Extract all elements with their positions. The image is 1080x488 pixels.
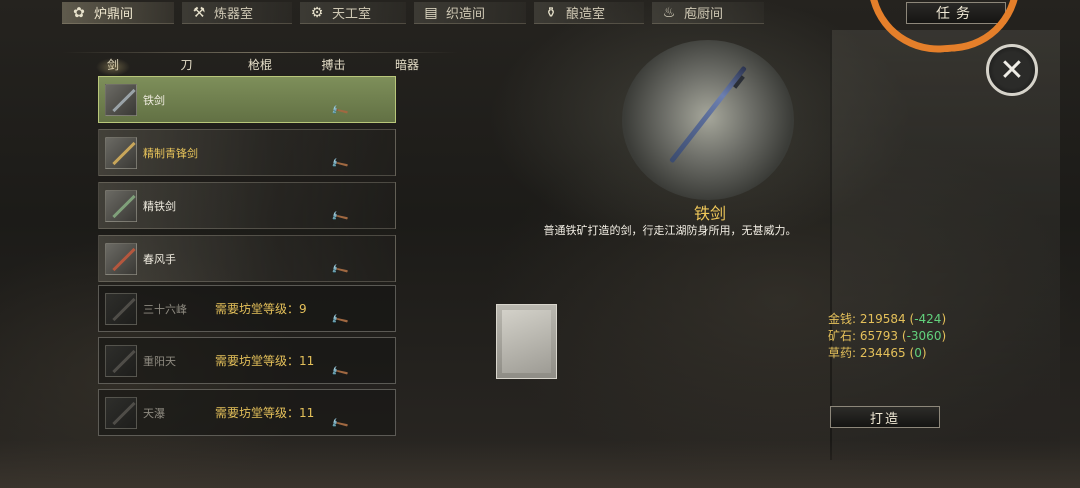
hammer-icon: 🔨 [329, 206, 350, 228]
gear-scroll-icon: ⚙ [310, 4, 324, 21]
hammer-icon: 🔨 [329, 100, 350, 122]
list-item[interactable]: 精制青锋剑 🔨 [98, 129, 396, 176]
tab-brewing[interactable]: ⚱ 酿造室 [534, 2, 644, 24]
subtab-sword[interactable]: 剑 [80, 56, 146, 76]
item-name: 天瀑 [143, 406, 165, 420]
close-button[interactable]: ✕ [986, 44, 1038, 96]
subtab-spear-staff[interactable]: 枪棍 [227, 56, 293, 76]
stove-icon: ♨ [662, 4, 676, 21]
item-name: 精铁剑 [143, 199, 176, 213]
subtab-divider [62, 52, 458, 53]
tab-weaving[interactable]: ▤ 织造间 [414, 2, 526, 24]
background-floor [0, 440, 1080, 488]
build-button[interactable]: 打造 [830, 406, 940, 428]
resource-summary: 金钱: 219584 (-424) 矿石: 65793 (-3060) 草药: … [828, 311, 1038, 362]
hammer-icon: 🔨 [329, 309, 350, 331]
resource-herb: 草药: 234465 (0) [828, 346, 927, 360]
item-name: 精制青锋剑 [143, 146, 198, 160]
tab-label: 炼器室 [214, 7, 254, 22]
jar-icon: ⚱ [545, 4, 557, 21]
iron-sword-icon [105, 83, 137, 116]
list-item[interactable]: 三十六峰 需要坊堂等级：9 🔨 [98, 285, 396, 332]
weapon-type-tabs: 剑 刀 枪棍 搏击 暗器 [80, 56, 440, 76]
list-item[interactable]: 精铁剑 🔨 [98, 182, 396, 229]
subtab-hidden-weapon[interactable]: 暗器 [374, 56, 440, 76]
tab-furnace[interactable]: ✿ 炉鼎间 [62, 2, 174, 24]
tab-kitchen[interactable]: ♨ 庖厨间 [652, 2, 764, 24]
level-requirement: 需要坊堂等级：11 [215, 354, 315, 368]
list-item[interactable]: 铁剑 🔨 [98, 76, 396, 123]
list-item[interactable]: 重阳天 需要坊堂等级：11 🔨 [98, 337, 396, 384]
item-name: 重阳天 [143, 354, 176, 368]
task-button[interactable]: 任务 [906, 2, 1006, 24]
loom-icon: ▤ [424, 4, 438, 21]
level-requirement: 需要坊堂等级：9 [215, 302, 307, 316]
green-blade-sword-icon [105, 136, 137, 169]
item-title: 铁剑 [693, 204, 726, 223]
resource-money: 金钱: 219584 (-424) [828, 312, 947, 326]
tab-refinery[interactable]: ⚒ 炼器室 [182, 2, 292, 24]
list-item[interactable]: 春风手 🔨 [98, 235, 396, 282]
tab-craft[interactable]: ⚙ 天工室 [300, 2, 406, 24]
cauldron-icon: ✿ [73, 4, 85, 21]
tab-label: 织造间 [446, 7, 486, 22]
resource-ore: 矿石: 65793 (-3060) [828, 329, 947, 343]
hammer-icon: 🔨 [329, 361, 350, 383]
sword-icon [105, 396, 137, 429]
tab-label: 炉鼎间 [94, 7, 134, 22]
list-item[interactable]: 天瀑 需要坊堂等级：11 🔨 [98, 389, 396, 436]
sword-icon [105, 292, 137, 325]
hammer-icon: 🔨 [329, 413, 350, 435]
spring-breeze-sword-icon [105, 242, 137, 275]
workshop-tab-bar: ✿ 炉鼎间 ⚒ 炼器室 ⚙ 天工室 ▤ 织造间 ⚱ 酿造室 ♨ 庖厨间 [62, 2, 764, 26]
tab-label: 天工室 [332, 7, 372, 22]
sword-icon [105, 344, 137, 377]
item-preview-orb [622, 40, 794, 200]
hammer-icon: 🔨 [329, 259, 350, 281]
item-description: 普通铁矿打造的剑，行走江湖防身所用，无甚威力。 [543, 224, 797, 237]
hammer-icon: 🔨 [329, 153, 350, 175]
tab-label: 庖厨间 [684, 7, 724, 22]
close-icon: ✕ [999, 52, 1025, 88]
item-name: 三十六峰 [143, 302, 187, 316]
subtab-fist[interactable]: 搏击 [301, 56, 367, 76]
anvil-icon: ⚒ [192, 4, 206, 21]
subtab-blade[interactable]: 刀 [154, 56, 220, 76]
tab-label: 酿造室 [566, 7, 606, 22]
item-name: 春风手 [143, 252, 176, 266]
background-window [830, 30, 1060, 460]
material-slot[interactable] [496, 304, 557, 379]
item-name: 铁剑 [143, 93, 165, 107]
refined-iron-sword-icon [105, 189, 137, 222]
level-requirement: 需要坊堂等级：11 [215, 406, 315, 420]
